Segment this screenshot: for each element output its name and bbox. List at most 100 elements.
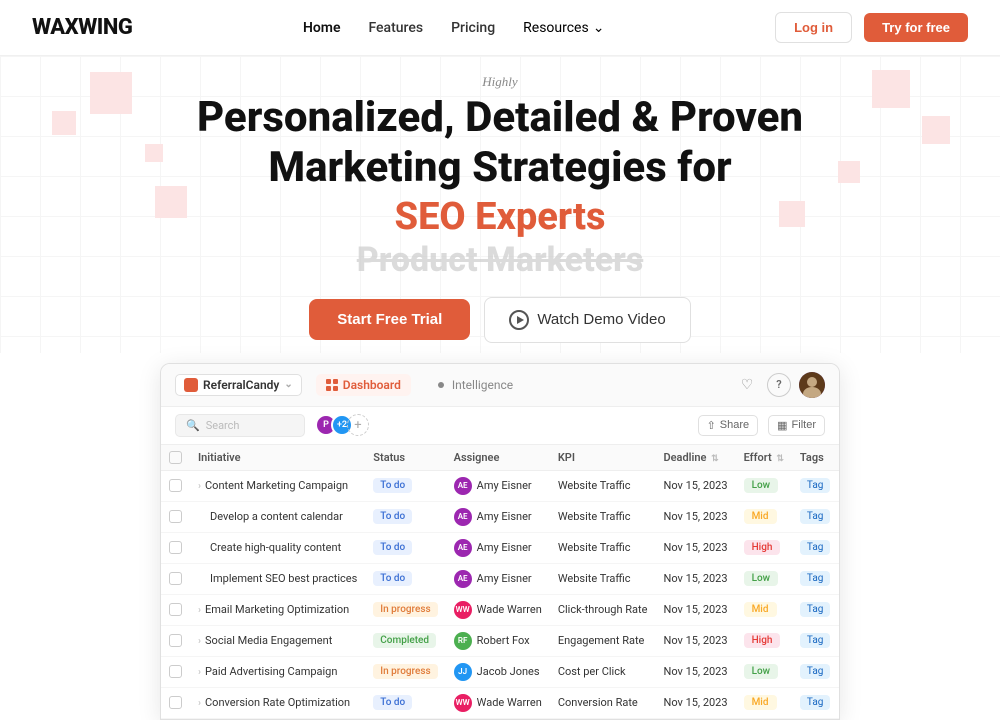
assignee-name: Jacob Jones [477,665,540,678]
status-badge[interactable]: In progress [373,664,437,679]
col-deadline[interactable]: Deadline ⇅ [655,445,735,471]
tag-badge[interactable]: Tag [800,478,830,493]
brand-selector[interactable]: ReferralCandy ⌄ [175,374,302,396]
row-effort-cell: Low [736,563,792,594]
row-tag-cell: Tag [792,532,838,563]
assignee-name: Amy Eisner [477,510,532,523]
row-initiative-cell: ›Paid Advertising Campaign [190,656,365,687]
row-add-cell [838,594,840,625]
nav-home[interactable]: Home [303,20,341,36]
row-initiative-cell: ›Conversion Rate Optimization [190,687,365,718]
row-checkbox-cell [161,656,190,687]
col-status[interactable]: Status [365,445,445,471]
col-checkbox [161,445,190,471]
nav-pricing[interactable]: Pricing [451,20,495,36]
expand-icon[interactable]: › [198,698,201,709]
status-badge[interactable]: To do [373,571,412,586]
dashboard-toolbar: ReferralCandy ⌄ Dashboard Intelligence ♡… [161,364,839,407]
tag-badge[interactable]: Tag [800,664,830,679]
status-badge[interactable]: To do [373,695,412,710]
status-badge[interactable]: To do [373,509,412,524]
hero-tag: Highly [20,74,980,90]
col-assignee[interactable]: Assignee [446,445,550,471]
row-add-cell [838,625,840,656]
row-effort-cell: Mid [736,594,792,625]
table-row: Develop a content calendar To do AE Amy … [161,501,840,532]
share-button[interactable]: ⇧ Share [698,415,759,436]
status-badge[interactable]: Completed [373,633,436,648]
start-trial-button[interactable]: Start Free Trial [309,299,470,340]
hero-content: Highly Personalized, Detailed & Proven M… [20,74,980,343]
expand-icon[interactable]: › [198,636,201,647]
table-row: Create high-quality content To do AE Amy… [161,532,840,563]
initiative-name: Social Media Engagement [205,634,332,647]
tag-badge[interactable]: Tag [800,602,830,617]
filter-button[interactable]: ▦ Filter [768,415,825,436]
row-checkbox[interactable] [169,510,182,523]
row-add-cell [838,656,840,687]
tab-dashboard[interactable]: Dashboard [316,374,411,396]
effort-badge: High [744,633,781,648]
tab-intelligence[interactable]: Intelligence [425,374,523,396]
try-button[interactable]: Try for free [864,13,968,42]
tag-badge[interactable]: Tag [800,509,830,524]
add-member-button[interactable]: + [347,414,369,436]
select-all-checkbox[interactable] [169,451,182,464]
tag-badge[interactable]: Tag [800,633,830,648]
row-checkbox[interactable] [169,696,182,709]
kpi-value: Website Traffic [558,572,631,585]
col-initiative[interactable]: Initiative [190,445,365,471]
effort-badge: Low [744,571,779,586]
row-effort-cell: Low [736,656,792,687]
row-add-cell [838,687,840,718]
row-initiative-cell: › Email Marketing Optimization [190,594,365,625]
initiative-name: Email Marketing Optimization [205,603,349,616]
sort-icon-effort: ⇅ [776,454,784,464]
row-checkbox[interactable] [169,665,182,678]
assignee-avatar: RF [454,632,472,650]
initiatives-table: Initiative Status Assignee KPI Deadline … [161,445,840,719]
status-badge[interactable]: In progress [373,602,437,617]
avatar-image [799,372,825,398]
row-deadline-cell: Nov 15, 2023 [655,501,735,532]
effort-badge: Mid [744,509,777,524]
nav-resources[interactable]: Resources ⌄ [523,20,604,36]
row-tag-cell: Tag [792,470,838,501]
search-left: 🔍 Search P +2 + [175,414,369,437]
expand-icon[interactable]: › [198,481,201,492]
row-checkbox[interactable] [169,479,182,492]
tag-badge[interactable]: Tag [800,695,830,710]
row-tag-cell: Tag [792,594,838,625]
expand-icon[interactable]: › [198,605,201,616]
expand-icon[interactable]: › [198,667,201,678]
user-avatar[interactable] [799,372,825,398]
login-button[interactable]: Log in [775,12,852,43]
row-deadline-cell: Nov 15, 2023 [655,656,735,687]
col-kpi[interactable]: KPI [550,445,656,471]
row-checkbox[interactable] [169,634,182,647]
row-kpi-cell: Website Traffic [550,501,656,532]
row-effort-cell: High [736,625,792,656]
col-add[interactable]: + [838,445,840,471]
nav-features[interactable]: Features [368,20,423,36]
watch-demo-button[interactable]: Watch Demo Video [484,297,690,343]
help-button[interactable]: ? [767,373,791,397]
assignee-name: Amy Eisner [477,572,532,585]
row-status-cell: In progress [365,656,445,687]
search-box[interactable]: 🔍 Search [175,414,305,437]
row-checkbox[interactable] [169,572,182,585]
row-assignee-cell: AE Amy Eisner [446,470,550,501]
sparkle-icon [435,379,447,391]
row-checkbox[interactable] [169,603,182,616]
row-checkbox[interactable] [169,541,182,554]
effort-badge: High [744,540,781,555]
status-badge[interactable]: To do [373,478,412,493]
tag-badge[interactable]: Tag [800,571,830,586]
kpi-value: Conversion Rate [558,696,638,709]
col-tags[interactable]: Tags [792,445,838,471]
row-assignee-cell: JJ Jacob Jones [446,656,550,687]
notification-button[interactable]: ♡ [735,373,759,397]
status-badge[interactable]: To do [373,540,412,555]
col-effort[interactable]: Effort ⇅ [736,445,792,471]
tag-badge[interactable]: Tag [800,540,830,555]
